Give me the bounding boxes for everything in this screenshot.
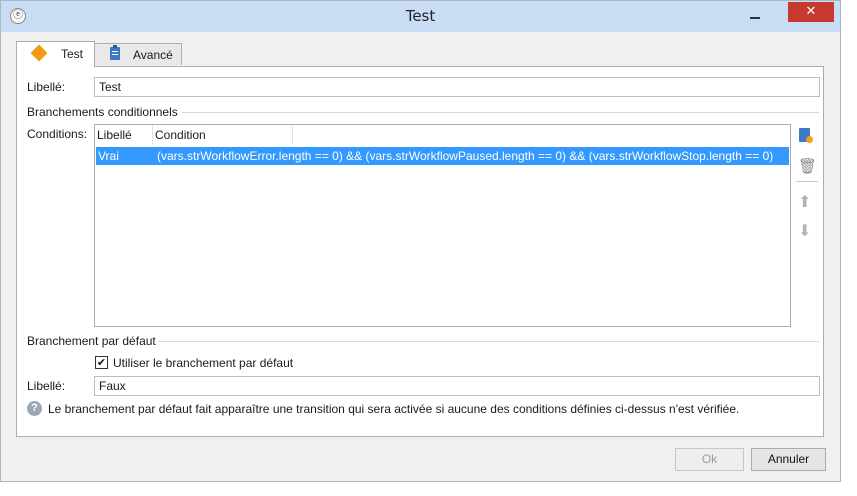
use-default-label[interactable]: Utiliser le branchement par défaut — [113, 356, 293, 370]
arrow-up-icon[interactable]: ⬆ — [798, 192, 811, 211]
row-condition-cell: (vars.strWorkflowError.length == 0) && (… — [157, 149, 774, 163]
trash-icon[interactable]: 🗑 — [798, 157, 817, 175]
tab-avance-label: Avancé — [133, 48, 173, 62]
cancel-button[interactable]: Annuler — [751, 448, 826, 471]
section-divider — [158, 341, 819, 342]
window-title: Test — [405, 7, 436, 25]
libelle-input[interactable]: Test — [94, 77, 820, 97]
table-row[interactable]: Vrai (vars.strWorkflowError.length == 0)… — [96, 147, 789, 165]
close-button[interactable]: ✕ — [788, 2, 834, 22]
help-text: Le branchement par défaut fait apparaîtr… — [48, 402, 740, 416]
section-conditional-title: Branchements conditionnels — [27, 105, 178, 119]
row-libelle-cell: Vrai — [98, 149, 119, 163]
default-libelle-label: Libellé: — [27, 379, 66, 393]
toolbar-divider — [796, 181, 818, 182]
arrow-down-icon[interactable]: ⬇ — [798, 221, 811, 240]
column-header-libelle[interactable]: Libellé — [95, 125, 153, 145]
conditions-grid[interactable]: Libellé Condition Vrai (vars.strWorkflow… — [94, 124, 791, 327]
diamond-icon — [30, 44, 48, 62]
tab-test-label: Test — [61, 47, 84, 61]
clipboard-icon — [110, 45, 120, 60]
column-header-condition[interactable]: Condition — [153, 125, 293, 145]
section-divider — [182, 112, 819, 113]
tab-avance[interactable]: Avancé — [94, 43, 182, 65]
default-libelle-input[interactable]: Faux — [94, 376, 820, 396]
ok-button[interactable]: Ok — [675, 448, 744, 471]
help-icon: ? — [27, 401, 42, 416]
libelle-label: Libellé: — [27, 80, 66, 94]
tab-test[interactable]: Test — [16, 41, 95, 67]
minimize-button[interactable] — [749, 10, 761, 22]
grid-header: Libellé Condition — [95, 125, 790, 145]
title-bar[interactable]: ⓔ Test ✕ — [1, 1, 840, 32]
add-icon[interactable] — [799, 128, 813, 143]
dialog-window: ⓔ Test ✕ Avancé Test Libellé: Test Branc… — [0, 0, 841, 482]
conditions-label: Conditions: — [27, 127, 88, 141]
use-default-checkbox[interactable]: ✔ — [95, 356, 108, 369]
section-default-title: Branchement par défaut — [27, 334, 156, 348]
